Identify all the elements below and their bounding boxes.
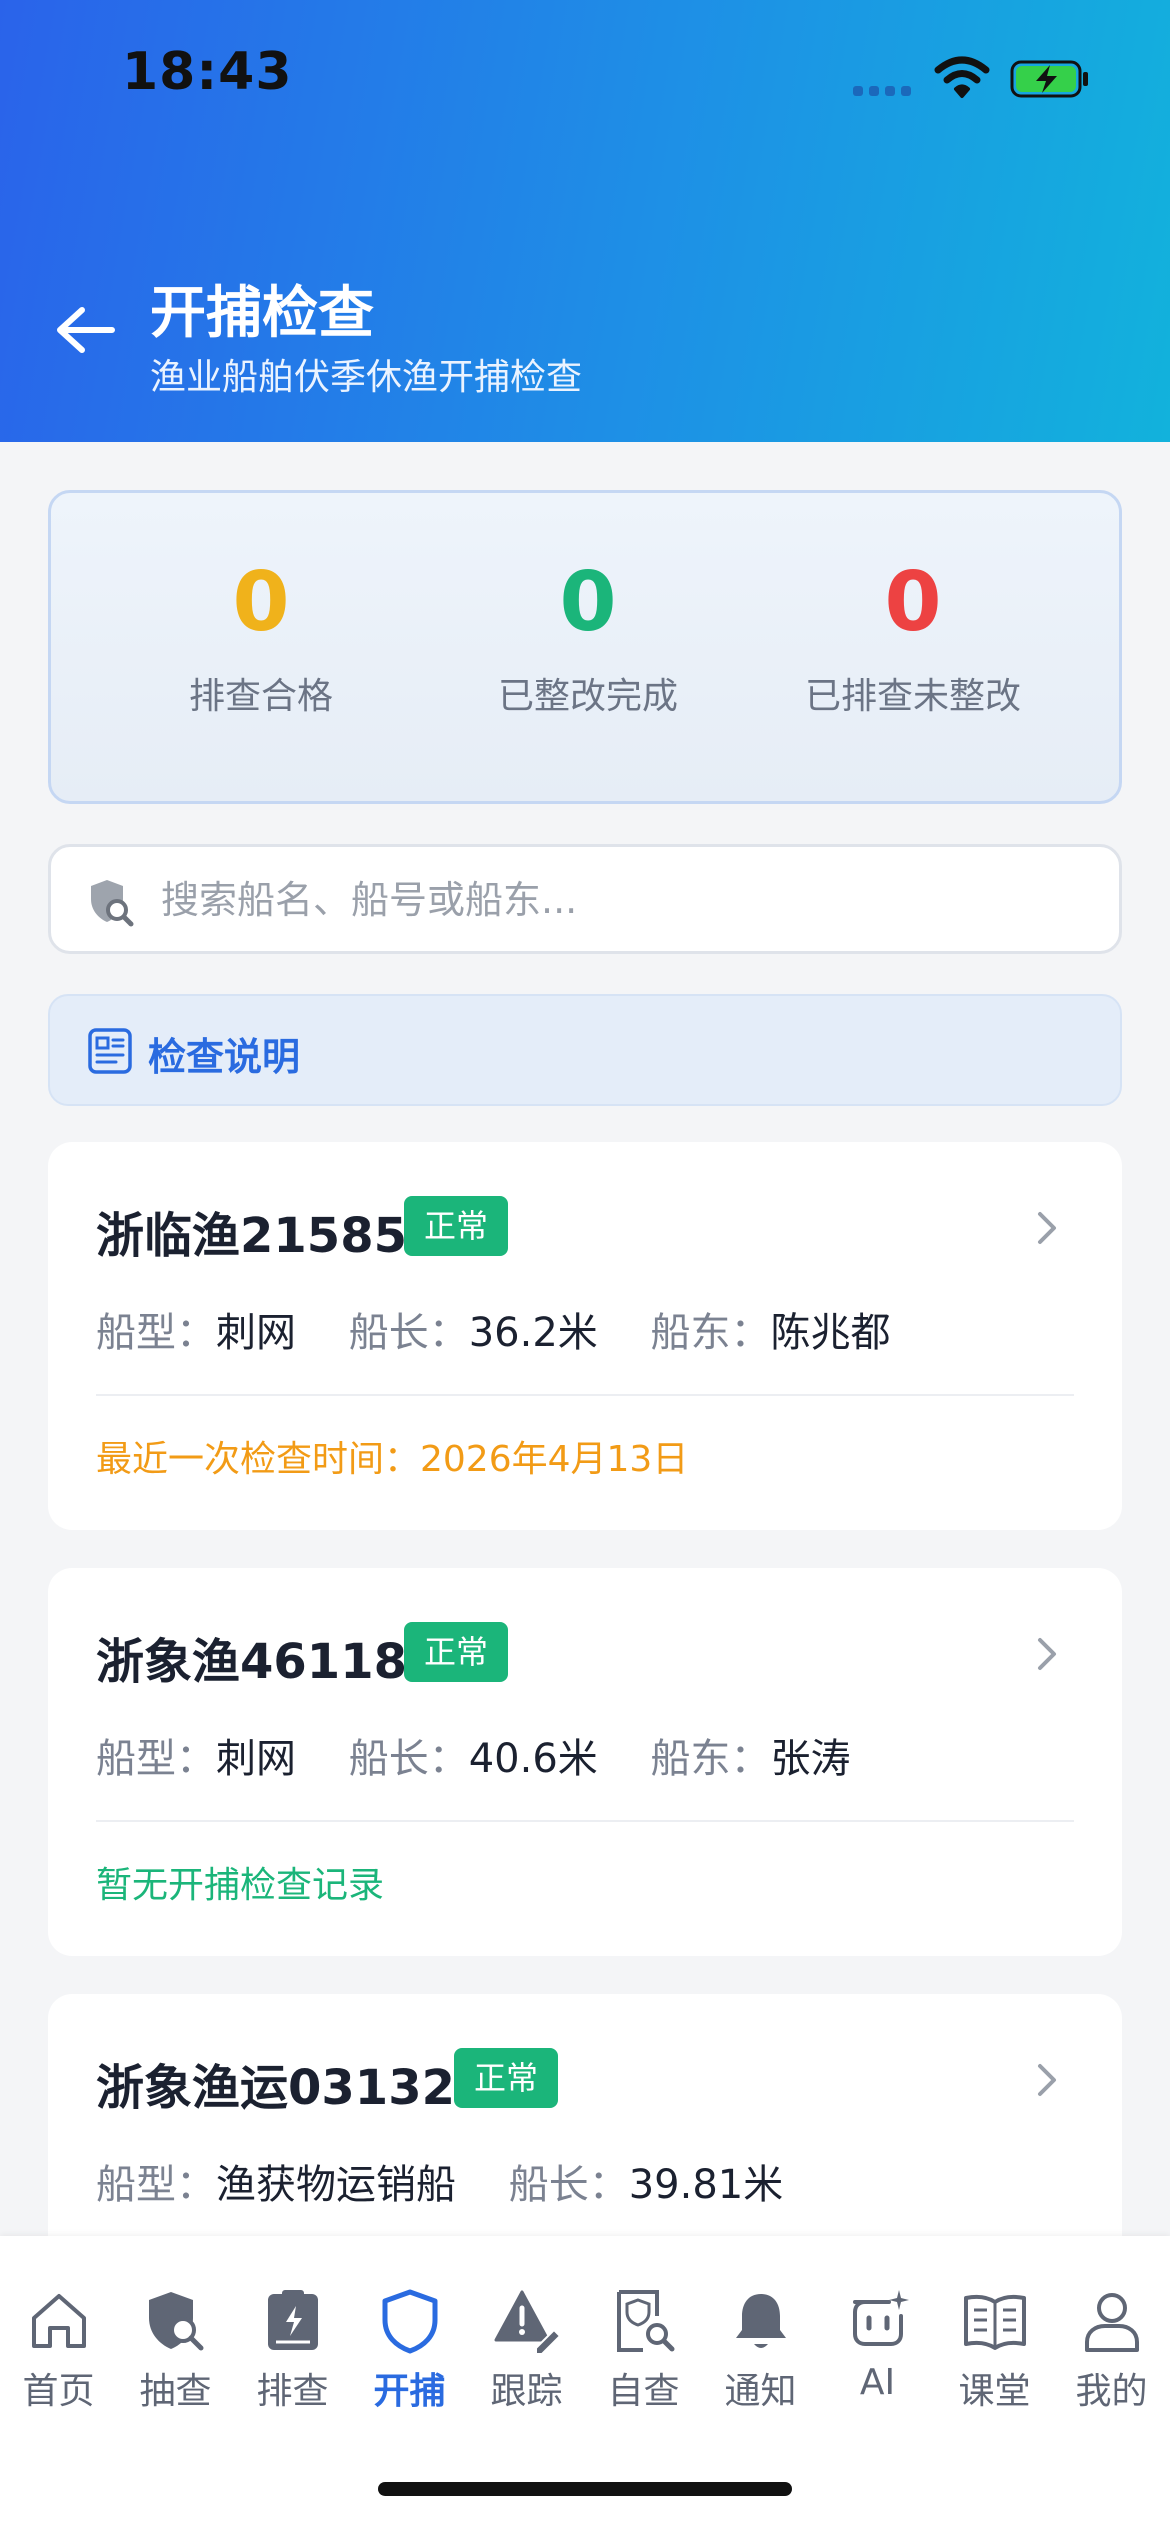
notice-label: 检查说明: [148, 1035, 301, 1079]
vessel-card[interactable]: 浙象渔46118 正常 船型：刺网 船长：40.6米 船东：张涛 暂无开捕检查记…: [48, 1568, 1122, 1956]
vessel-name: 浙临渔21585: [96, 1208, 407, 1264]
vessel-owner: 陈兆都: [770, 1310, 891, 1356]
chevron-right-icon: [1038, 2064, 1056, 2096]
vessel-length: 39.81米: [628, 2162, 784, 2208]
stat-unrectified[interactable]: 0 已排查未整改: [748, 553, 1078, 719]
tab-label: AI: [859, 2362, 896, 2403]
tab-label: 课堂: [958, 2371, 1031, 2412]
tab-label: 抽查: [139, 2371, 212, 2412]
stat-rectified[interactable]: 0 已整改完成: [423, 553, 753, 719]
tab-investigation[interactable]: 排查: [234, 2286, 351, 2414]
shield-icon: [382, 2289, 437, 2354]
vessel-length: 36.2米: [468, 1310, 598, 1356]
shield-search-icon: [148, 2292, 203, 2351]
last-inspection-time: 最近一次检查时间：2026年4月13日: [96, 1439, 689, 1480]
vessel-name: 浙象渔46118: [96, 1634, 407, 1690]
tab-classroom[interactable]: 课堂: [936, 2286, 1053, 2414]
divider: [96, 1394, 1074, 1396]
bell-icon: [735, 2294, 786, 2348]
wifi-icon: [934, 56, 990, 98]
vessel-type: 渔获物运销船: [216, 2162, 456, 2208]
shield-search-icon: [91, 880, 134, 927]
document-icon: [88, 1028, 132, 1074]
tab-label: 我的: [1075, 2371, 1148, 2412]
stat-value: 0: [232, 555, 290, 650]
tab-label: 自查: [607, 2371, 680, 2412]
search-input[interactable]: [161, 867, 1061, 933]
tab-home[interactable]: 首页: [0, 2286, 117, 2414]
vessel-length: 40.6米: [468, 1736, 598, 1782]
type-label: 船型：: [96, 1736, 216, 1782]
tab-ai[interactable]: AI: [819, 2286, 936, 2403]
owner-label: 船东：: [650, 1310, 771, 1356]
back-arrow-icon[interactable]: [50, 300, 120, 360]
stat-label: 已整改完成: [497, 676, 678, 717]
stat-label: 排查合格: [188, 676, 333, 717]
tab-spot-check[interactable]: 抽查: [117, 2286, 234, 2414]
status-badge: 正常: [404, 1622, 509, 1682]
vessel-info: 船型：刺网 船长：36.2米 船东：陈兆都: [96, 1300, 931, 1358]
tab-tracking[interactable]: 跟踪: [468, 2286, 585, 2414]
warning-edit-icon: [494, 2290, 561, 2355]
tab-profile[interactable]: 我的: [1053, 2286, 1170, 2414]
vessel-card[interactable]: 浙临渔21585 正常 船型：刺网 船长：36.2米 船东：陈兆都 最近一次检查…: [48, 1142, 1122, 1530]
vessel-type: 刺网: [216, 1736, 296, 1782]
page-title: 开捕检查: [150, 281, 374, 346]
status-time: 18:43: [122, 42, 293, 102]
type-label: 船型：: [96, 1310, 216, 1356]
tab-notifications[interactable]: 通知: [702, 2286, 819, 2414]
tab-label: 开捕: [373, 2371, 446, 2412]
vessel-info: 船型：渔获物运销船 船长：39.81米: [96, 2152, 823, 2210]
home-icon: [31, 2294, 86, 2348]
status-badge: 正常: [404, 1196, 509, 1256]
stat-value: 0: [884, 555, 942, 650]
chevron-right-icon: [1038, 1638, 1056, 1670]
stat-qualified[interactable]: 0 排查合格: [96, 553, 426, 719]
length-label: 船长：: [348, 1310, 469, 1356]
length-label: 船长：: [508, 2162, 629, 2208]
vessel-name: 浙象渔运03132: [96, 2060, 455, 2116]
tab-label: 首页: [22, 2371, 95, 2412]
status-badge: 正常: [454, 2048, 559, 2108]
vessel-info: 船型：刺网 船长：40.6米 船东：张涛: [96, 1726, 891, 1784]
divider: [96, 1820, 1074, 1822]
no-inspection-record: 暂无开捕检查记录: [96, 1865, 385, 1906]
chevron-right-icon: [1038, 1212, 1056, 1244]
battery-charging-icon: [1010, 60, 1088, 98]
stat-label: 已排查未整改: [804, 676, 1021, 717]
cellular-signal-icon: [853, 86, 913, 96]
vessel-owner: 张涛: [770, 1736, 851, 1782]
stat-value: 0: [559, 555, 617, 650]
owner-label: 船东：: [650, 1736, 771, 1782]
tab-label: 跟踪: [490, 2371, 563, 2412]
ai-chat-icon: [852, 2290, 909, 2346]
book-icon: [963, 2294, 1026, 2350]
page-subtitle: 渔业船舶伏季休渔开捕检查: [150, 357, 583, 398]
length-label: 船长：: [348, 1736, 469, 1782]
tab-self-check[interactable]: 自查: [585, 2286, 702, 2414]
user-icon: [1084, 2293, 1139, 2352]
stats-panel: 0 排查合格 0 已整改完成 0 已排查未整改: [48, 490, 1122, 804]
inspection-notice[interactable]: 检查说明: [48, 994, 1122, 1106]
clipboard-lightning-icon: [267, 2290, 318, 2350]
header: 18:43 开捕检查 渔业船舶伏季休渔开捕检查: [0, 0, 1170, 442]
tab-label: 排查: [256, 2371, 329, 2412]
type-label: 船型：: [96, 2162, 216, 2208]
document-search-icon: [616, 2290, 674, 2352]
search-box: [48, 844, 1122, 954]
tab-label: 通知: [724, 2371, 797, 2412]
home-indicator: [378, 2482, 792, 2496]
tab-fishing-open[interactable]: 开捕: [351, 2286, 468, 2414]
vessel-type: 刺网: [216, 1310, 296, 1356]
